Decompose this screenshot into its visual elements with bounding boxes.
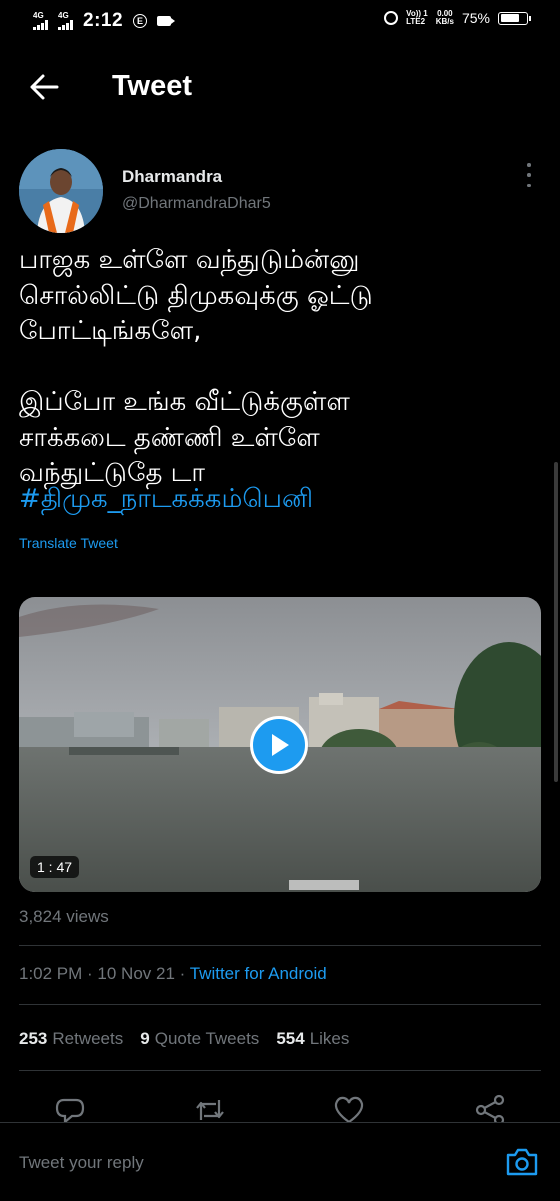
notification-e-icon: E bbox=[133, 14, 148, 28]
signal-bars-icon bbox=[58, 20, 73, 30]
tweet-source-link[interactable]: Twitter for Android bbox=[190, 964, 327, 983]
hashtag-link[interactable]: #திமுக_நாடகக்கம்பெனி bbox=[19, 484, 313, 517]
status-left: 4G 4G 2:12 E bbox=[33, 10, 176, 32]
likes-label: Likes bbox=[309, 1029, 350, 1048]
signal-sim2: 4G bbox=[58, 12, 73, 30]
signal-bars-icon bbox=[33, 20, 48, 30]
play-button[interactable] bbox=[250, 716, 308, 774]
signal-sim1: 4G bbox=[33, 12, 48, 30]
retweets-stat[interactable]: 253 Retweets bbox=[19, 1029, 123, 1049]
battery-percent: 75% bbox=[461, 10, 490, 26]
retweets-label: Retweets bbox=[52, 1029, 124, 1048]
reply-input[interactable]: Tweet your reply bbox=[19, 1153, 144, 1173]
meta-separator: · bbox=[82, 964, 98, 983]
more-vertical-icon[interactable] bbox=[520, 163, 538, 187]
video-duration: 1 : 47 bbox=[30, 856, 80, 878]
battery-fill bbox=[500, 14, 520, 22]
likes-stat[interactable]: 554 Likes bbox=[276, 1029, 349, 1049]
quote-tweets-label: Quote Tweets bbox=[154, 1029, 260, 1048]
avatar[interactable] bbox=[19, 149, 103, 233]
page-title: Tweet bbox=[112, 70, 193, 102]
view-count: 3,824 views bbox=[19, 907, 109, 926]
volte-indicator: Vo)) 1 LTE2 bbox=[406, 9, 428, 26]
battery-icon bbox=[498, 11, 531, 25]
likes-count: 554 bbox=[276, 1029, 305, 1048]
tweet-text: பாஜக உள்ளே வந்துடும்ன்னு சொல்லிட்டு திமு… bbox=[19, 245, 373, 488]
play-icon bbox=[272, 734, 289, 756]
retweets-count: 253 bbox=[19, 1029, 48, 1048]
tweet-date: 10 Nov 21 bbox=[97, 964, 175, 983]
status-right: Vo)) 1 LTE2 0.00 KB/s 75% bbox=[384, 9, 531, 26]
divider bbox=[19, 1070, 541, 1071]
camera-icon[interactable] bbox=[505, 1147, 539, 1177]
back-arrow-icon[interactable] bbox=[28, 72, 60, 102]
network-speed: 0.00 KB/s bbox=[435, 9, 454, 26]
quote-tweets-count: 9 bbox=[140, 1029, 150, 1048]
author-name[interactable]: Dharmandra bbox=[122, 167, 222, 187]
author-handle[interactable]: @DharmandraDhar5 bbox=[122, 195, 271, 213]
network-type-sim1: 4G bbox=[33, 11, 44, 20]
tweet-meta: 1:02 PM · 10 Nov 21 · Twitter for Androi… bbox=[19, 964, 327, 984]
scrollbar[interactable] bbox=[554, 462, 558, 782]
video-camera-icon bbox=[157, 16, 176, 26]
quote-tweets-stat[interactable]: 9 Quote Tweets bbox=[140, 1029, 259, 1049]
network-type-sim2: 4G bbox=[58, 11, 69, 20]
engagement-stats: 253 Retweets 9 Quote Tweets 554 Likes bbox=[19, 1029, 366, 1049]
status-bar: 4G 4G 2:12 E Vo)) 1 LTE2 0.00 KB/s 75% bbox=[0, 0, 560, 42]
tweet-time: 1:02 PM bbox=[19, 964, 83, 983]
reply-composer[interactable]: Tweet your reply bbox=[0, 1122, 560, 1201]
translate-tweet-link[interactable]: Translate Tweet bbox=[19, 535, 118, 551]
alarm-icon bbox=[384, 11, 399, 25]
status-time: 2:12 bbox=[83, 10, 124, 31]
top-app-bar: Tweet bbox=[0, 60, 560, 115]
divider bbox=[19, 1004, 541, 1005]
divider bbox=[19, 945, 541, 946]
meta-separator: · bbox=[174, 964, 190, 983]
